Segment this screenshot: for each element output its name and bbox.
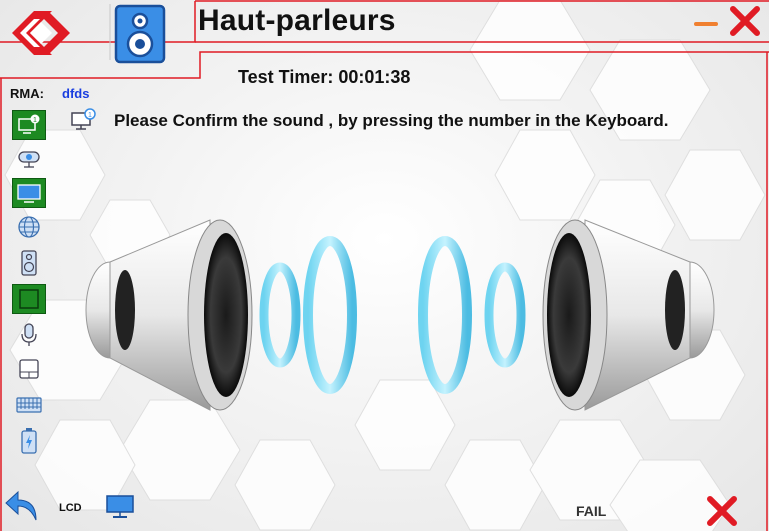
monitor-icon bbox=[106, 495, 134, 518]
display-icon bbox=[17, 184, 41, 203]
minimize-button[interactable] bbox=[694, 15, 718, 26]
fail-label: FAIL bbox=[576, 503, 607, 519]
close-window-button[interactable] bbox=[728, 4, 762, 38]
rma-value: dfds bbox=[62, 86, 90, 101]
sidebar-item-display[interactable] bbox=[12, 178, 46, 208]
back-arrow-icon bbox=[5, 490, 37, 521]
network-icon bbox=[18, 216, 40, 238]
right-sound-waves bbox=[418, 236, 526, 394]
battery-icon bbox=[21, 428, 37, 454]
microphone-icon bbox=[21, 323, 37, 346]
svg-text:1: 1 bbox=[88, 112, 92, 119]
keyboard-icon bbox=[16, 397, 42, 413]
sidebar-item-system-info[interactable]: 1 bbox=[12, 110, 46, 140]
left-speaker bbox=[85, 219, 253, 411]
test-timer: Test Timer: 00:01:38 bbox=[238, 67, 411, 87]
page-title: Haut-parleurs bbox=[198, 4, 396, 37]
instruction-text: Please Confirm the sound , by pressing t… bbox=[114, 111, 669, 130]
left-sound-waves bbox=[259, 236, 357, 394]
close-icon bbox=[707, 496, 737, 526]
sidebar-item-battery[interactable] bbox=[12, 426, 46, 456]
back-button[interactable] bbox=[4, 488, 40, 522]
system-info-monitor-icon: 1 bbox=[70, 108, 96, 132]
webcam-icon bbox=[18, 151, 40, 168]
right-speaker bbox=[542, 219, 715, 411]
touchpad-icon bbox=[19, 359, 39, 379]
sidebar-item-webcam[interactable] bbox=[12, 144, 46, 174]
sidebar-item-touchpad[interactable] bbox=[12, 354, 46, 384]
sidebar-item-keyboard[interactable] bbox=[12, 390, 46, 420]
lcd-label: LCD bbox=[59, 502, 82, 514]
rma-label: RMA: bbox=[10, 86, 44, 101]
brand-logo-icon bbox=[6, 6, 76, 60]
sidebar-item-network[interactable] bbox=[12, 212, 46, 242]
sidebar-item-microphone[interactable] bbox=[12, 320, 46, 350]
sidebar-item-speaker[interactable] bbox=[12, 248, 46, 278]
fail-button[interactable] bbox=[705, 494, 739, 528]
speaker-illustration bbox=[80, 210, 720, 430]
svg-text:1: 1 bbox=[33, 117, 37, 124]
sidebar-item-screen-test[interactable] bbox=[12, 284, 46, 314]
speaker-icon bbox=[114, 4, 166, 64]
screen-test-icon bbox=[19, 289, 39, 309]
lcd-button[interactable] bbox=[106, 494, 134, 520]
system-info-icon: 1 bbox=[18, 114, 40, 134]
speaker-icon bbox=[21, 250, 37, 276]
